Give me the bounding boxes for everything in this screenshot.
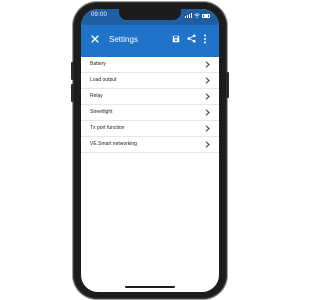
save-icon[interactable]	[172, 35, 180, 43]
settings-item-battery[interactable]: Battery	[81, 57, 219, 73]
settings-item-label: Tx port function	[90, 125, 125, 131]
settings-item-label: Streetlight	[90, 109, 113, 115]
settings-item-streetlight[interactable]: Streetlight	[81, 105, 219, 121]
settings-item-tx-port-function[interactable]: Tx port function	[81, 121, 219, 137]
chevron-right-icon	[205, 77, 210, 84]
status-icons	[185, 13, 210, 18]
settings-item-load-output[interactable]: Load output	[81, 73, 219, 89]
notch	[119, 9, 181, 20]
settings-item-label: Relay	[90, 93, 103, 99]
volume-down-button	[71, 84, 74, 102]
more-vertical-icon[interactable]	[203, 34, 207, 44]
home-indicator[interactable]	[125, 286, 175, 288]
close-icon[interactable]	[90, 34, 100, 44]
wifi-icon	[194, 13, 200, 18]
settings-item-label: Battery	[90, 61, 106, 67]
chevron-right-icon	[205, 61, 210, 68]
phone-screen: 09:00 Settings Battery Load output Relay…	[81, 9, 219, 292]
settings-list: Battery Load output Relay Streetlight Tx…	[81, 57, 219, 153]
power-button	[226, 72, 229, 98]
page-title: Settings	[109, 35, 138, 44]
battery-icon	[202, 13, 210, 18]
status-time: 09:00	[91, 12, 108, 18]
settings-item-ve-smart-networking[interactable]: VE.Smart networking	[81, 137, 219, 153]
volume-up-button	[71, 62, 74, 80]
settings-item-label: VE.Smart networking	[90, 141, 137, 147]
chevron-right-icon	[205, 93, 210, 100]
status-bar: 09:00	[81, 9, 219, 25]
settings-item-label: Load output	[90, 77, 117, 83]
chevron-right-icon	[205, 109, 210, 116]
signal-icon	[185, 13, 192, 18]
app-bar: Settings	[81, 25, 219, 57]
chevron-right-icon	[205, 141, 210, 148]
chevron-right-icon	[205, 125, 210, 132]
settings-item-relay[interactable]: Relay	[81, 89, 219, 105]
share-icon[interactable]	[187, 34, 196, 43]
